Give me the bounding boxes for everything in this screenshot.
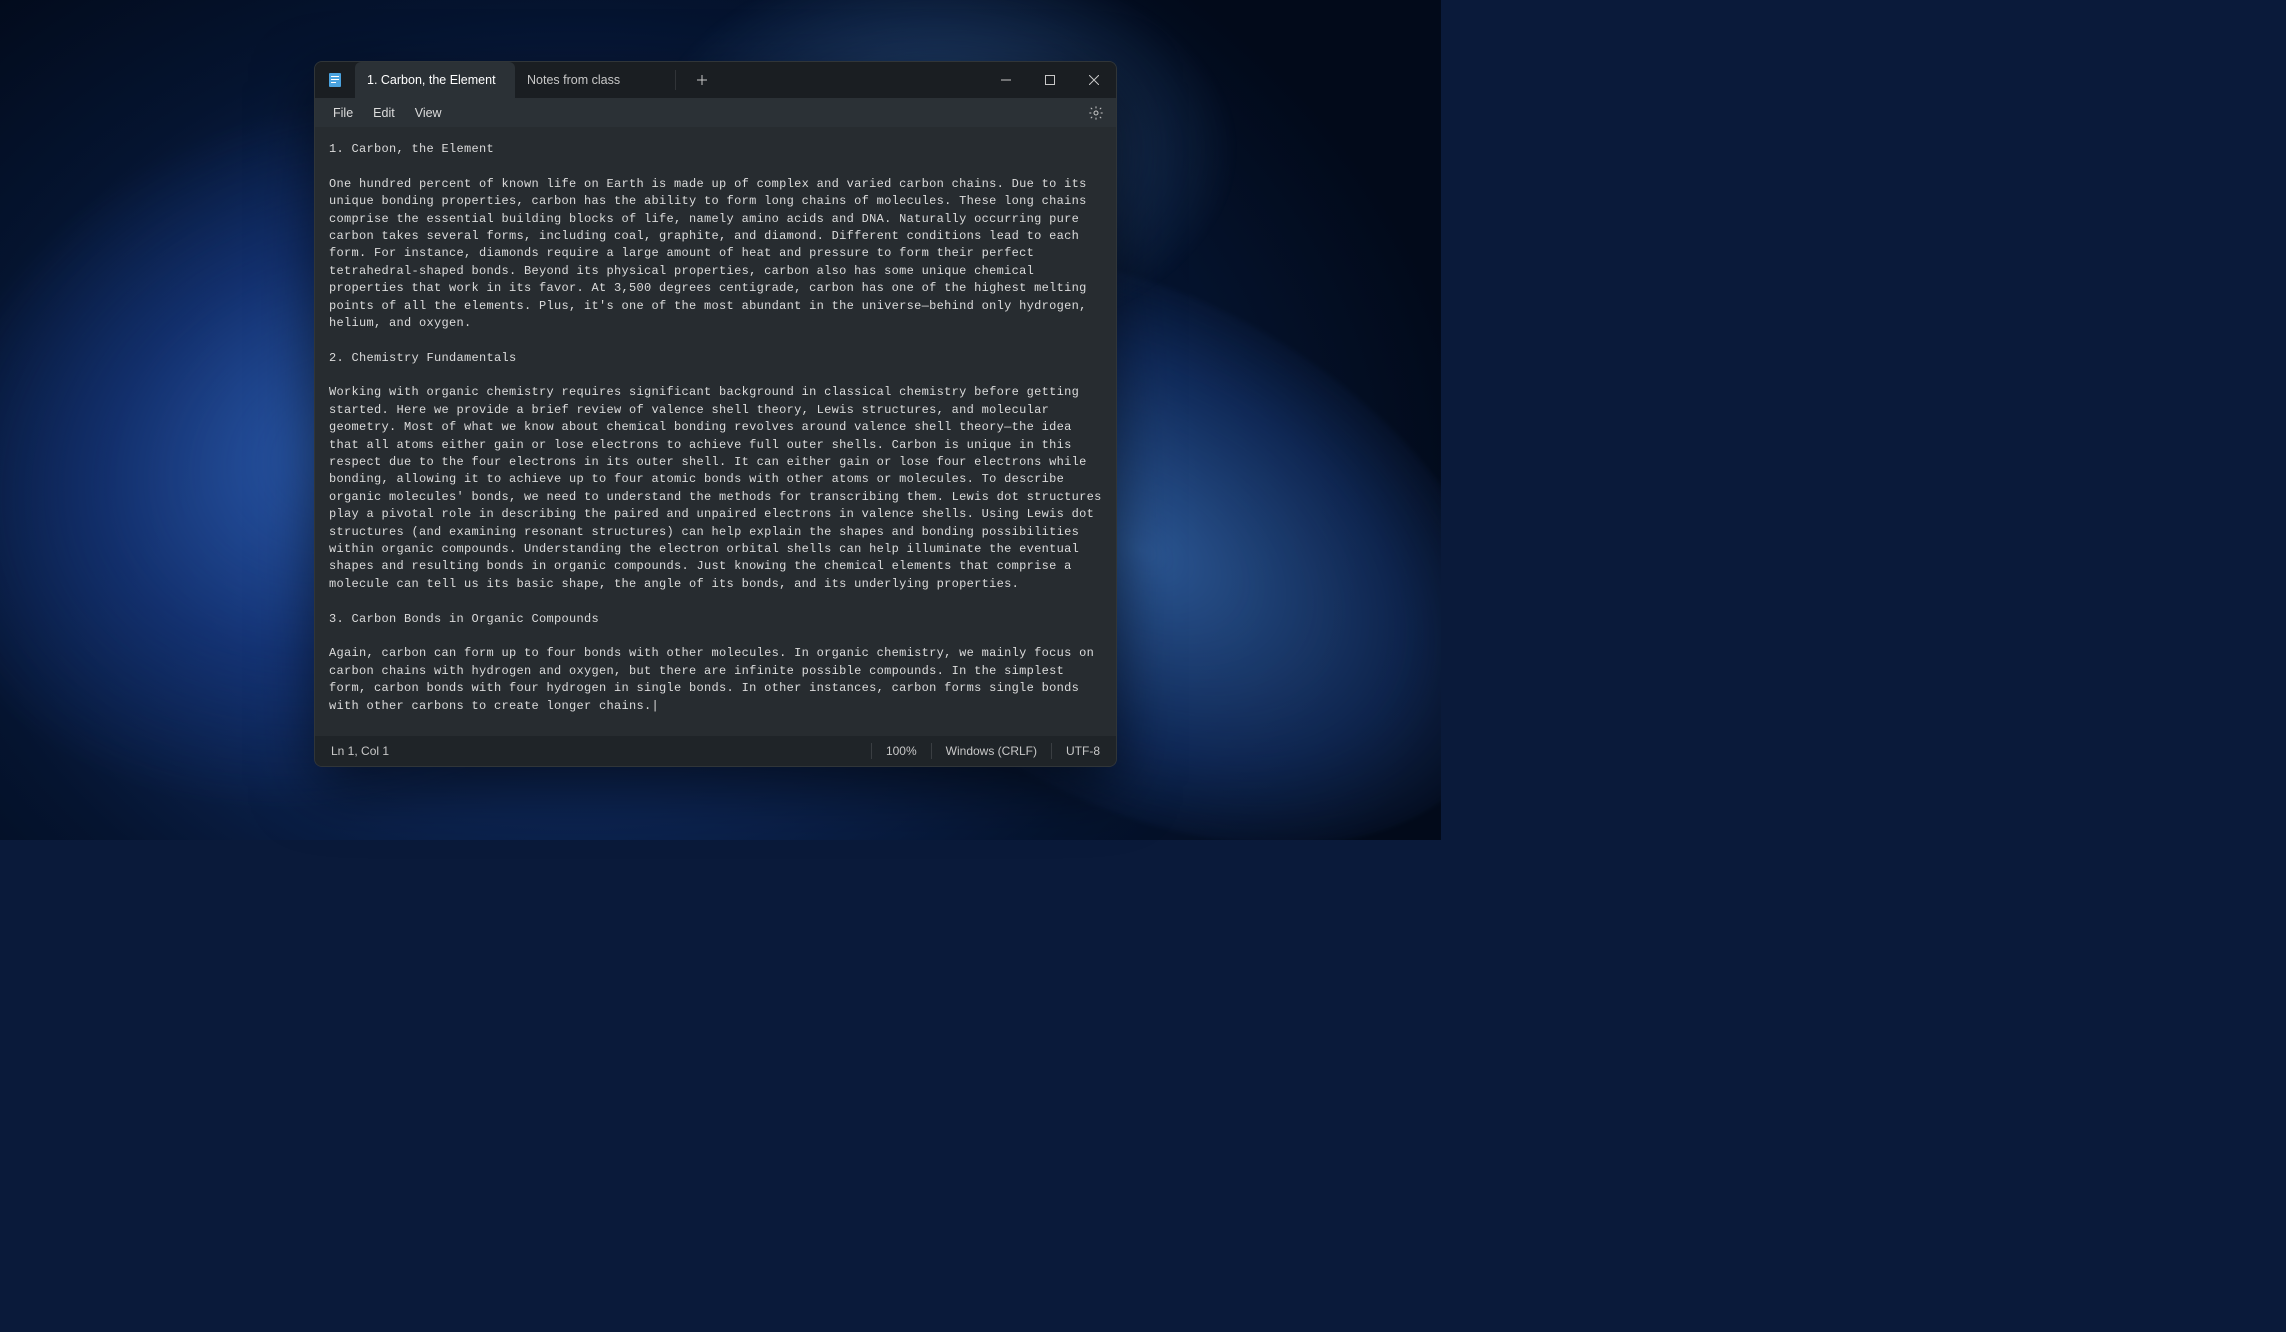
status-divider (871, 743, 872, 759)
close-button[interactable] (1072, 62, 1116, 98)
menu-file[interactable]: File (323, 102, 363, 124)
tab-carbon-element[interactable]: 1. Carbon, the Element (355, 62, 515, 98)
tab-label: Notes from class (527, 73, 620, 87)
gear-icon (1088, 105, 1104, 121)
tab-strip: 1. Carbon, the Element Notes from class (355, 62, 675, 98)
settings-button[interactable] (1084, 101, 1108, 125)
status-zoom[interactable]: 100% (884, 744, 919, 758)
notepad-window: 1. Carbon, the Element Notes from class … (314, 61, 1117, 767)
statusbar: Ln 1, Col 1 100% Windows (CRLF) UTF-8 (315, 736, 1116, 766)
text-editor[interactable]: 1. Carbon, the Element One hundred perce… (315, 127, 1116, 736)
menu-view[interactable]: View (405, 102, 452, 124)
status-divider (931, 743, 932, 759)
status-divider (1051, 743, 1052, 759)
status-encoding[interactable]: UTF-8 (1064, 744, 1102, 758)
tab-notes-from-class[interactable]: Notes from class (515, 62, 675, 98)
titlebar[interactable]: 1. Carbon, the Element Notes from class (315, 62, 1116, 98)
window-controls (984, 62, 1116, 98)
status-cursor-position[interactable]: Ln 1, Col 1 (329, 744, 859, 758)
menu-edit[interactable]: Edit (363, 102, 405, 124)
notepad-app-icon (315, 62, 355, 98)
tab-label: 1. Carbon, the Element (367, 73, 496, 87)
new-tab-button[interactable] (684, 62, 720, 98)
status-line-endings[interactable]: Windows (CRLF) (944, 744, 1039, 758)
maximize-button[interactable] (1028, 62, 1072, 98)
minimize-button[interactable] (984, 62, 1028, 98)
menubar: File Edit View (315, 98, 1116, 127)
tab-divider (675, 70, 676, 90)
